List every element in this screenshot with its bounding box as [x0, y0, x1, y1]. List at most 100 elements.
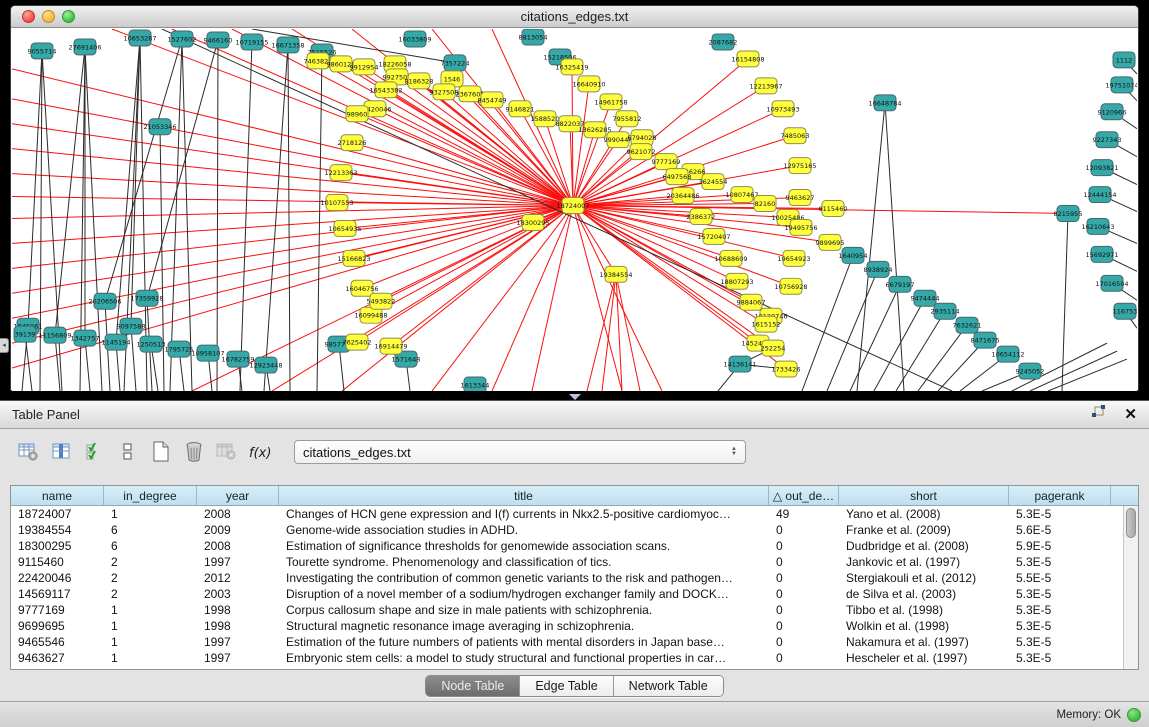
graph-node[interactable]: 7632621	[953, 317, 982, 333]
column-header-name[interactable]: name	[11, 486, 104, 505]
graph-node[interactable]: 8215955	[1054, 206, 1083, 222]
merge-rows-icon[interactable]	[115, 439, 141, 465]
graph-window-titlebar[interactable]: citations_edges.txt	[11, 6, 1138, 28]
graph-node[interactable]: 9912954	[350, 59, 379, 75]
float-panel-icon[interactable]	[1091, 405, 1106, 424]
graph-node[interactable]: 10688609	[714, 250, 747, 266]
graph-node[interactable]: 19751074	[1105, 77, 1137, 93]
graph-node[interactable]: 9899695	[816, 234, 845, 250]
table-row[interactable]: 2242004622012Investigating the contribut…	[11, 570, 1138, 586]
graph-node[interactable]: 12975165	[783, 158, 816, 174]
close-icon[interactable]	[22, 10, 35, 23]
graph-node[interactable]: 10654935	[328, 220, 361, 236]
zoom-icon[interactable]	[62, 10, 75, 23]
graph-node[interactable]: 6679197	[886, 276, 915, 292]
graph-node[interactable]: 5493822	[367, 293, 396, 309]
graph-node[interactable]: 2718126	[338, 135, 367, 151]
graph-node[interactable]: 27691406	[68, 39, 101, 55]
graph-node[interactable]: 10653287	[123, 30, 156, 46]
graph-node[interactable]: 14961758	[594, 94, 627, 110]
graph-node[interactable]: 9777169	[652, 154, 681, 170]
column-header-pagerank[interactable]: pagerank	[1009, 486, 1111, 505]
graph-node[interactable]: 98960	[346, 106, 368, 122]
graph-node[interactable]: 1527602	[168, 31, 197, 47]
show-columns-icon[interactable]	[49, 439, 75, 465]
table-row[interactable]: 1830029562008Estimation of significance …	[11, 538, 1138, 554]
graph-node[interactable]: 12213363	[324, 165, 357, 181]
graph-node[interactable]: 10654112	[991, 346, 1024, 362]
graph-node[interactable]: 9120966	[1098, 104, 1127, 120]
graph-node[interactable]: 10719155	[235, 34, 268, 50]
graph-node[interactable]: 7485063	[781, 128, 810, 144]
graph-node[interactable]: 19384554	[599, 266, 632, 282]
graph-node[interactable]: 15166823	[337, 250, 370, 266]
graph-node[interactable]: 9097588	[117, 318, 146, 334]
graph-node[interactable]: 9466160	[204, 32, 233, 48]
graph-node[interactable]: 1615152	[752, 316, 781, 332]
graph-node[interactable]: 21053346	[143, 119, 176, 135]
table-row[interactable]: 1456911722003Disruption of a novel membe…	[11, 586, 1138, 602]
graph-node[interactable]: 9327508	[430, 84, 459, 100]
graph-node[interactable]: 39139	[14, 326, 36, 342]
graph-node[interactable]: 19654923	[777, 250, 810, 266]
graph-node[interactable]: 12213967	[749, 78, 782, 94]
column-header-out_de[interactable]: △ out_de…	[769, 486, 839, 505]
graph-node[interactable]: 6497568	[663, 169, 692, 185]
network-canvas[interactable]: 1872400718300295193845549055714276914061…	[12, 29, 1137, 391]
table-row[interactable]: 977716911998Corpus callosum shape and si…	[11, 602, 1138, 618]
table-select-dropdown[interactable]: citations_edges.txt ▲▼	[294, 440, 746, 464]
graph-node[interactable]: 16671358	[271, 37, 304, 53]
graph-node[interactable]: 9227343	[1093, 132, 1122, 148]
graph-node[interactable]: 8454749	[478, 92, 507, 108]
graph-node[interactable]: 82160	[754, 196, 776, 212]
panel-collapse-handle[interactable]: ◂	[0, 338, 9, 353]
graph-node[interactable]: 8471676	[971, 332, 1000, 348]
minimize-icon[interactable]	[42, 10, 55, 23]
graph-node[interactable]: 1795725	[165, 341, 194, 357]
graph-node[interactable]: 17016504	[1095, 275, 1128, 291]
graph-node[interactable]: 1613344	[461, 377, 490, 391]
graph-node[interactable]: 10107553	[320, 195, 353, 211]
select-columns-icon[interactable]	[82, 439, 108, 465]
graph-node[interactable]: 20206506	[88, 293, 121, 309]
new-document-icon[interactable]	[148, 439, 174, 465]
network-graph[interactable]: 1872400718300295193845549055714276914061…	[12, 29, 1137, 391]
tab-edge-table[interactable]: Edge Table	[520, 676, 613, 696]
tab-node-table[interactable]: Node Table	[426, 676, 520, 696]
graph-node[interactable]: 8813054	[519, 29, 548, 45]
graph-node[interactable]: 2386372	[687, 209, 716, 225]
graph-node[interactable]: 7625402	[343, 334, 372, 350]
graph-node[interactable]: 9115460	[819, 201, 848, 217]
graph-node[interactable]: 2087682	[709, 34, 738, 50]
delete-table-icon[interactable]	[181, 439, 207, 465]
column-header-in_degree[interactable]: in_degree	[104, 486, 197, 505]
graph-node[interactable]: 8938924	[864, 261, 893, 277]
close-panel-icon[interactable]: ✕	[1124, 408, 1137, 422]
graph-node[interactable]: 1250513	[137, 336, 166, 352]
graph-node[interactable]: 1733426	[772, 361, 801, 377]
column-header-title[interactable]: title	[279, 486, 769, 505]
table-row[interactable]: 1872400712008Changes of HCN gene express…	[11, 506, 1138, 522]
table-scrollbar[interactable]	[1123, 506, 1138, 669]
graph-node[interactable]: 7357224	[441, 55, 470, 71]
table-row[interactable]: 946362711997Embryonic stem cells: a mode…	[11, 650, 1138, 666]
table-row[interactable]: 911546021997Tourette syndrome. Phenomeno…	[11, 554, 1138, 570]
graph-node[interactable]: 7955812	[613, 111, 642, 127]
graph-node[interactable]: 116753	[1113, 303, 1137, 319]
graph-node[interactable]: 8186328	[405, 73, 434, 89]
tab-network-table[interactable]: Network Table	[614, 676, 723, 696]
graph-node[interactable]: 252254	[761, 340, 786, 356]
table-row[interactable]: 946554611997Estimation of the future num…	[11, 634, 1138, 650]
graph-node[interactable]: 1640954	[839, 247, 868, 263]
graph-node[interactable]: 10958107	[191, 345, 224, 361]
graph-node[interactable]: 16154808	[731, 51, 764, 67]
graph-node[interactable]: 9463627	[786, 190, 815, 206]
graph-node[interactable]: 1342757	[71, 330, 100, 346]
table-settings-icon[interactable]	[16, 439, 42, 465]
graph-node[interactable]: 17359928	[130, 290, 163, 306]
table-row[interactable]: 969969511998Structural magnetic resonanc…	[11, 618, 1138, 634]
graph-node[interactable]: 9055714	[28, 43, 57, 59]
graph-node[interactable]: 16640910	[572, 76, 605, 92]
graph-node[interactable]: 9245052	[1016, 363, 1045, 379]
graph-node[interactable]: 10756928	[774, 278, 807, 294]
